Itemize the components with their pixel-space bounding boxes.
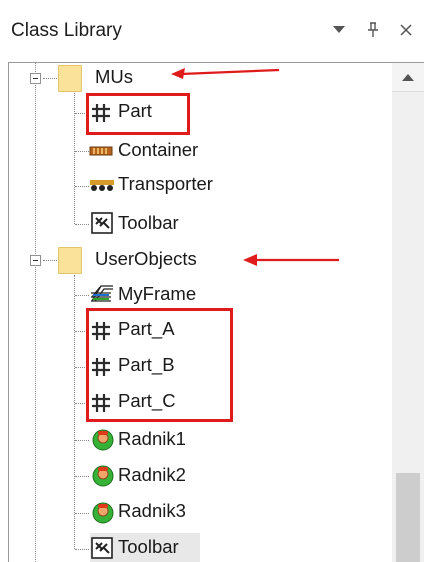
- tree-branch: [75, 295, 89, 296]
- folder-icon: [58, 247, 82, 274]
- tree-item-container[interactable]: Container: [118, 139, 198, 161]
- class-tree[interactable]: MUs Part Container Transporter Toolbar U…: [8, 62, 393, 562]
- tree-item-radnik2[interactable]: Radnik2: [118, 464, 186, 486]
- tree-item-userobjects[interactable]: UserObjects: [95, 248, 197, 270]
- tree-guide-line: [35, 63, 36, 562]
- tree-item-radnik1[interactable]: Radnik1: [118, 428, 186, 450]
- close-icon[interactable]: [393, 16, 419, 44]
- class-library-panel: Class Library MUs Part Container Transpo…: [0, 0, 428, 562]
- tree-branch: [43, 78, 57, 79]
- transporter-icon: [90, 180, 114, 191]
- tree-item-transporter[interactable]: Transporter: [118, 173, 213, 195]
- frame-icon: [91, 285, 113, 302]
- toolbar-icon: [91, 212, 113, 234]
- tree-guide-line: [74, 275, 75, 549]
- scroll-up-arrow-icon[interactable]: [392, 63, 424, 92]
- vertical-scrollbar[interactable]: [392, 62, 424, 562]
- dropdown-arrow-icon[interactable]: [326, 16, 352, 44]
- scrollbar-thumb[interactable]: [396, 473, 420, 562]
- toolbar-icon: [91, 537, 113, 559]
- tree-branch: [75, 224, 89, 225]
- arrow-annotation: [243, 254, 339, 266]
- folder-icon: [58, 65, 82, 92]
- tree-item-myframe[interactable]: MyFrame: [118, 283, 196, 305]
- container-icon: [89, 146, 113, 156]
- tree-item-toolbar-2[interactable]: Toolbar: [118, 536, 179, 558]
- tree-branch: [75, 476, 89, 477]
- tree-branch: [75, 549, 89, 550]
- highlight-box-part: [86, 93, 190, 135]
- pin-icon[interactable]: [360, 16, 386, 44]
- collapse-toggle[interactable]: [30, 73, 41, 84]
- worker-icon: [92, 429, 114, 451]
- tree-branch: [43, 260, 57, 261]
- tree-item-toolbar[interactable]: Toolbar: [118, 212, 179, 234]
- panel-title: Class Library: [11, 20, 122, 41]
- highlight-box-part-abc: [86, 308, 233, 422]
- tree-item-radnik3[interactable]: Radnik3: [118, 500, 186, 522]
- tree-branch: [75, 151, 89, 152]
- worker-icon: [92, 502, 114, 524]
- collapse-toggle[interactable]: [30, 255, 41, 266]
- tree-branch: [75, 440, 89, 441]
- panel-titlebar: Class Library: [0, 0, 428, 62]
- tree-branch: [75, 186, 89, 187]
- tree-item-mus[interactable]: MUs: [95, 66, 133, 88]
- arrow-annotation: [171, 68, 280, 79]
- worker-icon: [92, 465, 114, 487]
- tree-branch: [75, 513, 89, 514]
